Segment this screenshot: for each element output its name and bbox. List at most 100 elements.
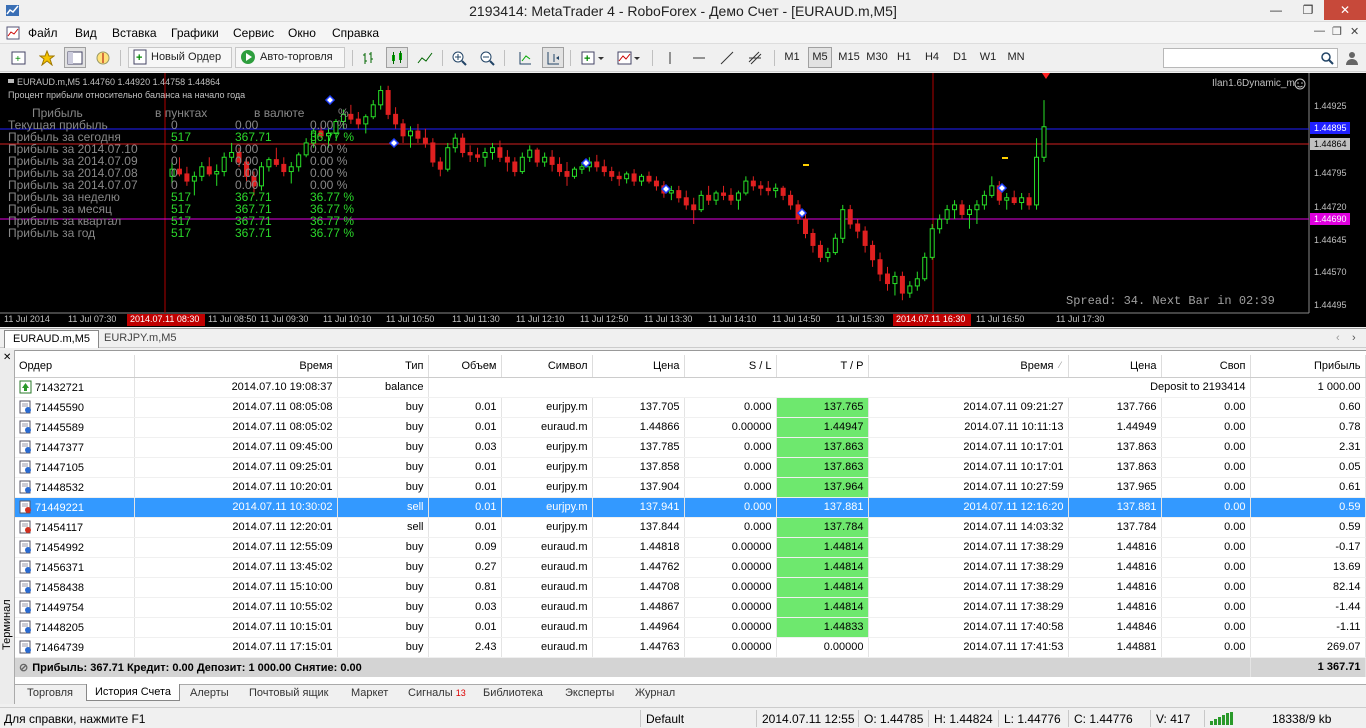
- open-price: 137.844: [592, 517, 685, 538]
- bar-chart-button[interactable]: [358, 47, 380, 68]
- open-time: 2014.07.11 17:15:01: [134, 637, 338, 658]
- indicators-button[interactable]: +: [578, 47, 608, 68]
- order-row[interactable]: 71448205 2014.07.11 10:15:01 buy 0.01 euraud…: [15, 617, 1366, 638]
- maximize-button[interactable]: ❐: [1292, 0, 1324, 20]
- auto-scroll-button[interactable]: [514, 47, 536, 68]
- tf-m15[interactable]: M15: [836, 47, 862, 68]
- order-row[interactable]: 71449221 2014.07.11 10:30:02 sell 0.01 eurjp…: [15, 497, 1366, 518]
- order-row[interactable]: 71447105 2014.07.11 09:25:01 buy 0.01 eurjpy…: [15, 457, 1366, 478]
- order-row[interactable]: 71445589 2014.07.11 08:05:02 buy 0.01 euraud…: [15, 417, 1366, 438]
- col-swap[interactable]: Своп: [1161, 355, 1251, 378]
- connection-status-icon[interactable]: [1210, 712, 1236, 725]
- close-time: 2014.07.11 09:21:27: [868, 397, 1069, 418]
- mdi-restore-button[interactable]: ❐: [1332, 25, 1342, 38]
- order-row[interactable]: 71458438 2014.07.11 15:10:00 buy 0.81 euraud…: [15, 577, 1366, 598]
- order-row[interactable]: 71445590 2014.07.11 08:05:08 buy 0.01 eurjpy…: [15, 397, 1366, 418]
- menu-charts[interactable]: Графики: [171, 26, 219, 40]
- menu-view[interactable]: Вид: [75, 26, 97, 40]
- profiles-button[interactable]: [36, 47, 58, 68]
- close-price: 1.44816: [1068, 597, 1162, 618]
- tab-mailbox[interactable]: Почтовый ящик: [249, 687, 328, 699]
- tf-m1[interactable]: M1: [780, 47, 804, 68]
- tf-m30[interactable]: M30: [864, 47, 890, 68]
- tf-m5[interactable]: M5: [808, 47, 832, 68]
- search-icon[interactable]: [1320, 51, 1334, 65]
- order-row[interactable]: 71464739 2014.07.11 17:15:01 buy 2.43 euraud…: [15, 637, 1366, 658]
- autotrading-button[interactable]: Авто-торговля: [235, 47, 345, 68]
- tab-experts[interactable]: Эксперты: [565, 687, 614, 699]
- gann-button[interactable]: [744, 47, 766, 68]
- zoom-out-button[interactable]: [476, 47, 498, 68]
- order-row[interactable]: 71456371 2014.07.11 13:45:02 buy 0.27 euraud…: [15, 557, 1366, 578]
- tf-d1[interactable]: D1: [948, 47, 972, 68]
- chart-window-icon[interactable]: [6, 26, 20, 40]
- tf-mn[interactable]: MN: [1004, 47, 1028, 68]
- col-symbol[interactable]: Символ: [501, 355, 593, 378]
- price-chart[interactable]: EURAUD.m,M5 1.44760 1.44920 1.44758 1.44…: [0, 73, 1366, 327]
- menu-help[interactable]: Справка: [332, 26, 379, 40]
- cursor-button[interactable]: [660, 47, 680, 68]
- volume: 0.81: [428, 577, 502, 598]
- tf-h4[interactable]: H4: [920, 47, 944, 68]
- minimize-button[interactable]: —: [1260, 0, 1292, 20]
- chart-shift-button[interactable]: [542, 47, 564, 68]
- tf-h1[interactable]: H1: [892, 47, 916, 68]
- search-input[interactable]: [1163, 48, 1338, 68]
- tab-journal[interactable]: Журнал: [635, 687, 675, 699]
- candlestick-button[interactable]: [386, 47, 408, 68]
- tab-scroll-right-icon[interactable]: ›: [1352, 332, 1356, 344]
- col-type[interactable]: Тип: [337, 355, 429, 378]
- menu-window[interactable]: Окно: [288, 26, 316, 40]
- order-row[interactable]: 71454992 2014.07.11 12:55:09 buy 0.09 euraud…: [15, 537, 1366, 558]
- tab-trade[interactable]: Торговля: [27, 687, 73, 699]
- community-icon[interactable]: [1344, 50, 1360, 66]
- col-tp[interactable]: T / P: [776, 355, 869, 378]
- order-row[interactable]: 71448532 2014.07.11 10:20:01 buy 0.01 eurjpy…: [15, 477, 1366, 498]
- new-chart-button[interactable]: +: [8, 47, 30, 68]
- col-sl[interactable]: S / L: [684, 355, 777, 378]
- horizontal-line-button[interactable]: [688, 47, 710, 68]
- close-price: 1.44816: [1068, 577, 1162, 598]
- col-profit[interactable]: Прибыль: [1250, 355, 1366, 378]
- close-button[interactable]: ✕: [1324, 0, 1366, 20]
- profit-row: Прибыль за сегодня 517 367.71 36.77 %: [8, 130, 368, 144]
- order-row[interactable]: 71449754 2014.07.11 10:55:02 buy 0.03 euraud…: [15, 597, 1366, 618]
- new-order-button[interactable]: + Новый Ордер: [128, 47, 232, 68]
- balance-row[interactable]: 71432721 2014.07.10 19:08:37 balance Dep…: [15, 377, 1366, 398]
- profit-points: 517: [171, 226, 192, 240]
- menu-insert[interactable]: Вставка: [112, 26, 157, 40]
- menu-tools[interactable]: Сервис: [233, 26, 274, 40]
- tab-scroll-left-icon[interactable]: ‹: [1336, 332, 1340, 344]
- col-close-price[interactable]: Цена: [1068, 355, 1162, 378]
- col-open-price[interactable]: Цена: [592, 355, 685, 378]
- chart-tab-euraud[interactable]: EURAUD.m,M5: [4, 330, 100, 348]
- profit-row: Текущая прибыль 0 0.00 0.00 %: [8, 118, 368, 132]
- terminal-close-icon[interactable]: ✕: [3, 352, 11, 363]
- line-chart-button[interactable]: [414, 47, 436, 68]
- open-time: 2014.07.11 10:15:01: [134, 617, 338, 638]
- chart-tab-eurjpy[interactable]: EURJPY.m,M5: [96, 330, 185, 348]
- mdi-close-button[interactable]: ✕: [1350, 25, 1359, 38]
- navigator-button[interactable]: [92, 47, 114, 68]
- menu-file[interactable]: Файл: [28, 26, 58, 40]
- tab-market[interactable]: Маркет: [351, 687, 388, 699]
- market-watch-button[interactable]: [64, 47, 86, 68]
- order-row[interactable]: 71454117 2014.07.11 12:20:01 sell 0.01 eurjp…: [15, 517, 1366, 538]
- open-time: 2014.07.11 08:05:02: [134, 417, 338, 438]
- trendline-button[interactable]: [716, 47, 738, 68]
- tf-w1[interactable]: W1: [976, 47, 1000, 68]
- candle-body: [370, 104, 376, 118]
- col-order[interactable]: Ордер: [15, 355, 135, 378]
- col-open-time[interactable]: Время: [134, 355, 338, 378]
- col-volume[interactable]: Объем: [428, 355, 502, 378]
- take-profit: 137.863: [776, 457, 869, 478]
- tab-signals[interactable]: Сигналы 13: [408, 687, 466, 699]
- mdi-minimize-button[interactable]: —: [1314, 25, 1325, 37]
- templates-button[interactable]: [614, 47, 644, 68]
- order-row[interactable]: 71447377 2014.07.11 09:45:00 buy 0.03 eurjpy…: [15, 437, 1366, 458]
- tab-account-history[interactable]: История Счета: [86, 684, 181, 701]
- tab-alerts[interactable]: Алерты: [190, 687, 229, 699]
- col-close-time[interactable]: Время ⁄: [868, 355, 1069, 378]
- zoom-in-button[interactable]: [448, 47, 470, 68]
- tab-library[interactable]: Библиотека: [483, 687, 543, 699]
